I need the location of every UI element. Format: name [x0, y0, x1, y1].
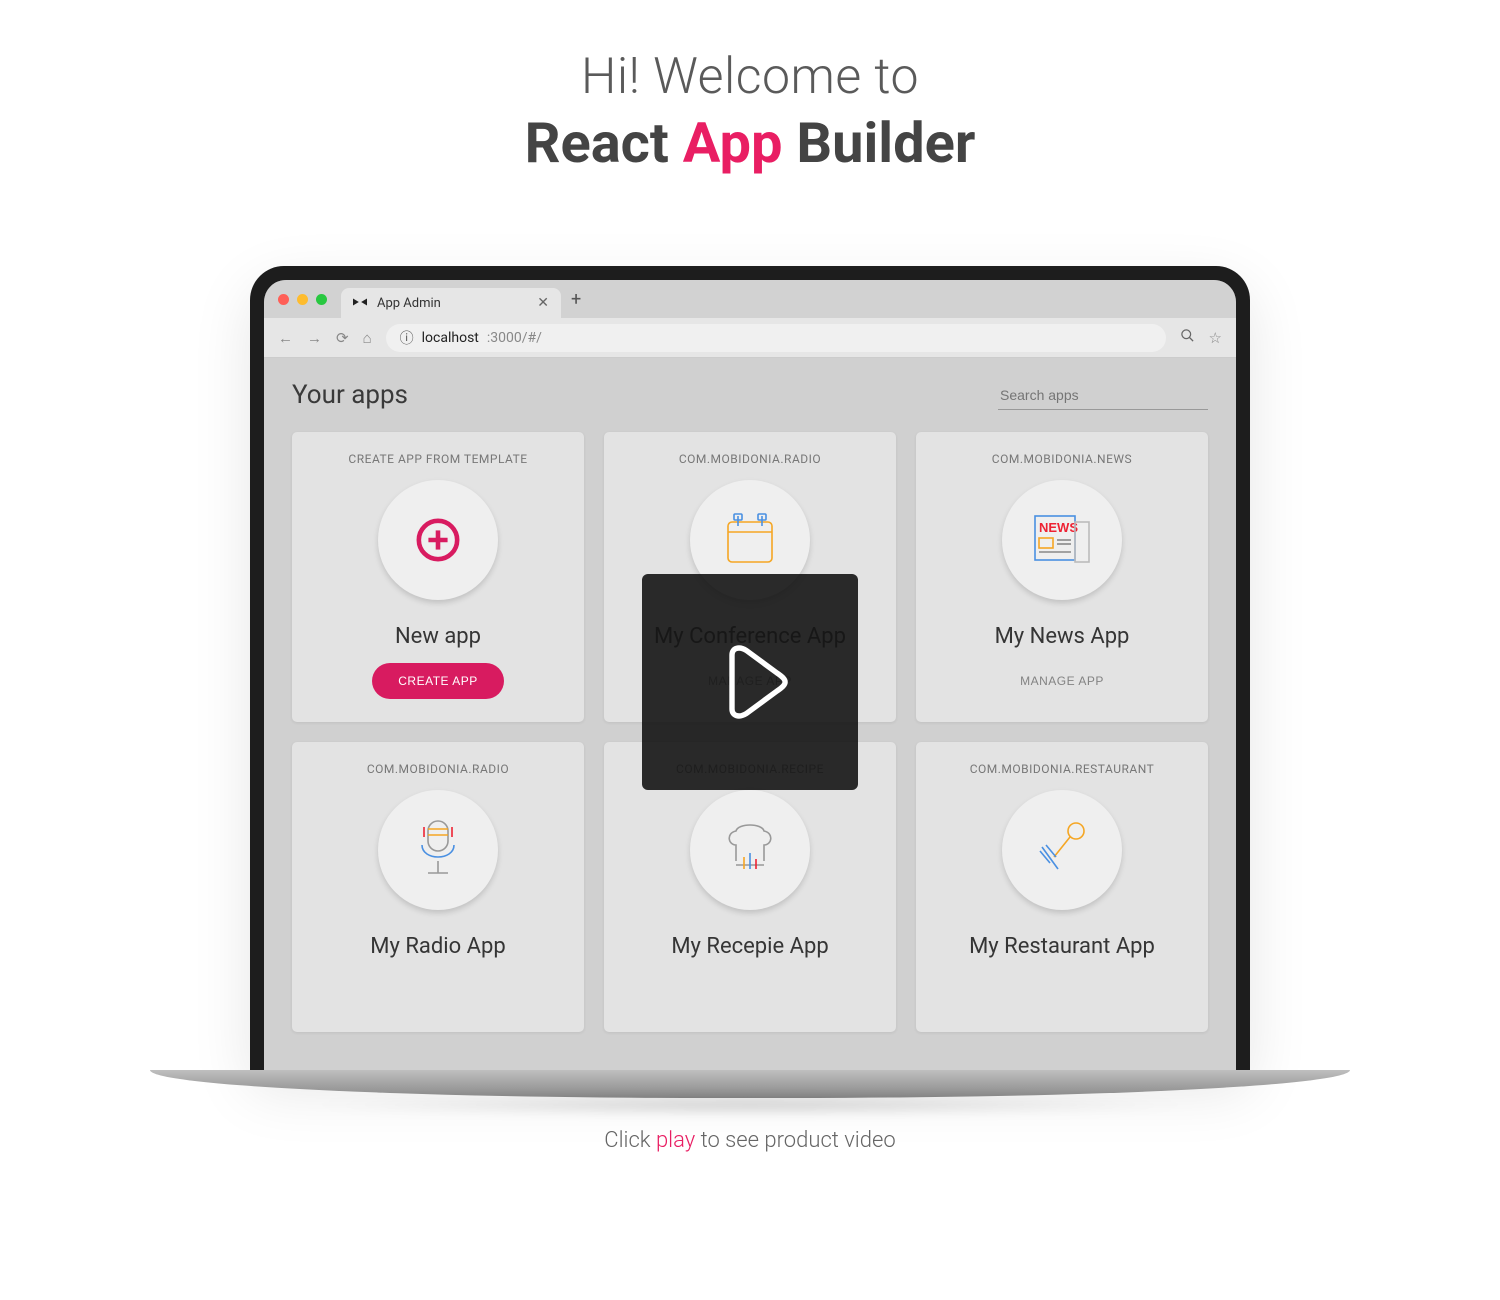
create-app-button[interactable]: CREATE APP: [372, 663, 503, 699]
footnote: Click play to see product video: [0, 1128, 1500, 1153]
play-video-button[interactable]: [642, 574, 858, 790]
chef-hat-icon: [690, 790, 810, 910]
maximize-dot-icon[interactable]: [316, 294, 327, 305]
footnote-text: Click: [604, 1128, 656, 1153]
card-title: My Radio App: [370, 934, 505, 959]
card-title: My Recepie App: [671, 934, 828, 959]
browser-addressbar: ← → ⟳ ⌂ ⓘ localhost :3000/#/ ☆: [264, 318, 1236, 358]
laptop-base: [150, 1070, 1350, 1098]
card-subtitle: CREATE APP FROM TEMPLATE: [348, 452, 527, 466]
page-title: Your apps: [292, 380, 998, 410]
app-card-news[interactable]: COM.MOBIDONIA.NEWS NEWS: [916, 432, 1208, 722]
card-subtitle: COM.MOBIDONIA.RADIO: [367, 762, 509, 776]
forward-icon[interactable]: →: [307, 329, 322, 347]
card-subtitle: COM.MOBIDONIA.NEWS: [992, 452, 1132, 466]
window-controls: [264, 294, 341, 305]
close-tab-icon[interactable]: ✕: [537, 295, 549, 311]
hero-headline: Hi! Welcome to React App Builder: [0, 0, 1500, 176]
browser-tab[interactable]: App Admin ✕: [341, 288, 561, 318]
star-icon[interactable]: ☆: [1209, 329, 1222, 347]
card-title: My Restaurant App: [969, 934, 1155, 959]
tab-title: App Admin: [377, 296, 527, 311]
card-subtitle: COM.MOBIDONIA.RESTAURANT: [970, 762, 1155, 776]
browser-tabbar: App Admin ✕ +: [264, 280, 1236, 318]
fork-search-icon: [1002, 790, 1122, 910]
new-tab-button[interactable]: +: [561, 289, 591, 310]
info-icon: ⓘ: [400, 328, 414, 348]
minimize-dot-icon[interactable]: [297, 294, 308, 305]
headline-line2: React App Builder: [0, 110, 1500, 176]
app-card-new[interactable]: CREATE APP FROM TEMPLATE New app CREATE …: [292, 432, 584, 722]
search-icon[interactable]: [1180, 328, 1195, 347]
close-dot-icon[interactable]: [278, 294, 289, 305]
app-card-radio[interactable]: COM.MOBIDONIA.RADIO: [292, 742, 584, 1032]
reload-icon[interactable]: ⟳: [336, 329, 349, 347]
url-input[interactable]: ⓘ localhost :3000/#/: [386, 324, 1166, 352]
newspaper-icon: NEWS: [1002, 480, 1122, 600]
back-icon[interactable]: ←: [278, 329, 293, 347]
headline-accent: App: [683, 110, 783, 176]
search-apps-input[interactable]: [998, 381, 1208, 410]
home-icon[interactable]: ⌂: [363, 329, 372, 347]
app-card-restaurant[interactable]: COM.MOBIDONIA.RESTAURANT My Restaurant A…: [916, 742, 1208, 1032]
manage-app-button[interactable]: MANAGE APP: [1002, 663, 1122, 699]
headline-text: Builder: [782, 110, 975, 176]
svg-text:NEWS: NEWS: [1039, 520, 1078, 535]
footnote-accent: play: [656, 1128, 695, 1153]
footnote-text: to see product video: [695, 1128, 895, 1153]
headline-text: React: [525, 110, 683, 176]
card-title: New app: [395, 624, 481, 649]
plus-circle-icon: [378, 480, 498, 600]
url-host: localhost: [422, 330, 479, 346]
card-title: My News App: [995, 624, 1130, 649]
microphone-icon: [378, 790, 498, 910]
url-path: :3000/#/: [487, 330, 542, 346]
card-subtitle: COM.MOBIDONIA.RADIO: [679, 452, 821, 466]
bowtie-icon: [353, 296, 367, 310]
headline-line1: Hi! Welcome to: [0, 48, 1500, 106]
